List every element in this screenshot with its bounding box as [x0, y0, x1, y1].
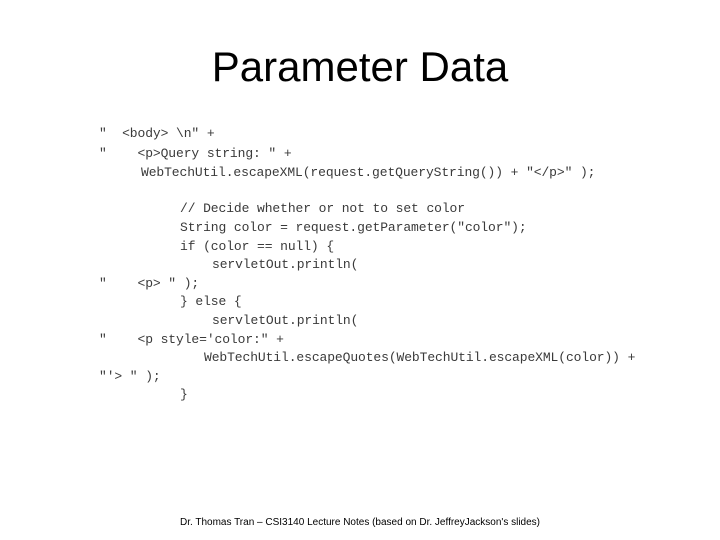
code-line: servletOut.println(: [212, 257, 359, 272]
code-comment: // Decide whether or not to set color: [180, 201, 465, 216]
code-block: " <body> \n" + " <p>Query string: " + We…: [0, 0, 720, 540]
code-line: servletOut.println(: [212, 313, 359, 328]
code-line: }: [180, 387, 188, 402]
code-line: } else {: [180, 294, 242, 309]
code-line: " <p>Query string: " +: [99, 146, 292, 161]
code-line: WebTechUtil.escapeQuotes(WebTechUtil.esc…: [204, 350, 636, 365]
code-line: if (color == null) {: [180, 239, 335, 254]
code-line: String color = request.getParameter("col…: [180, 220, 527, 235]
code-line: "'> " );: [99, 369, 161, 384]
code-line: WebTechUtil.escapeXML(request.getQuerySt…: [141, 165, 596, 180]
code-line: " <p style='color:" +: [99, 332, 284, 347]
slide-footer: Dr. Thomas Tran – CSI3140 Lecture Notes …: [179, 517, 541, 528]
code-line: " <body> \n" +: [99, 126, 215, 141]
code-line: " <p> " );: [99, 276, 200, 291]
